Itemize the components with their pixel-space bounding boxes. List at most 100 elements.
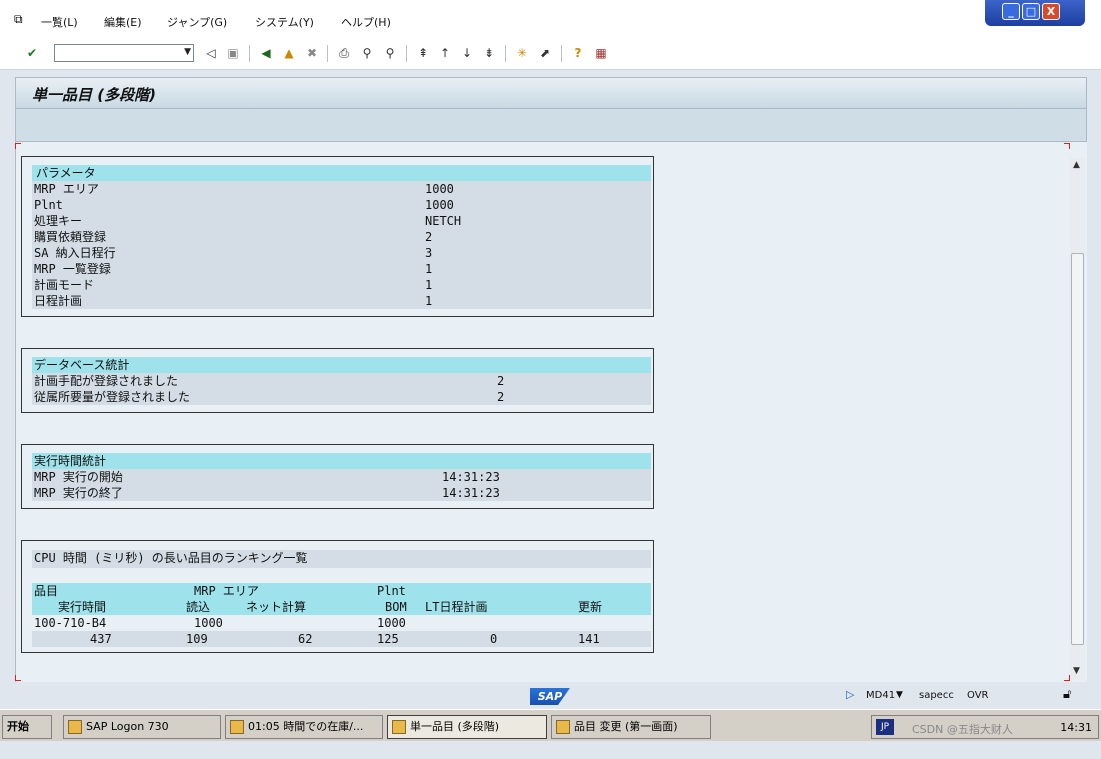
list-row[interactable]: 購買依頼登録 2 bbox=[32, 229, 651, 245]
list-row[interactable]: 処理キー NETCH bbox=[32, 213, 651, 229]
list-row[interactable]: MRP 実行の開始 14:31:23 bbox=[32, 469, 651, 485]
row-label: 購買依頼登録 bbox=[34, 230, 107, 244]
task-stock-overview[interactable]: 01:05 時間での在庫/... bbox=[225, 715, 383, 739]
col-material: 品目 bbox=[34, 584, 59, 598]
row-label: MRP 実行の終了 bbox=[34, 486, 123, 500]
title-bar: 単一品目 (多段階) bbox=[15, 77, 1087, 109]
standard-toolbar: ✔ ▼ ◁ ▣ ◀ ▲ ✖ ⎙ ⚲ ⚲ ⇞ ↑ ↓ ⇟ ✳ ⬈ ? ▦ bbox=[0, 38, 1101, 70]
table-row[interactable]: 100-710-B4 1000 1000 bbox=[32, 615, 651, 631]
list-row[interactable]: 従属所要量が登録されました 2 bbox=[32, 389, 651, 405]
minimize-button[interactable]: _ bbox=[1002, 3, 1020, 20]
back-icon[interactable]: ◁ bbox=[203, 45, 219, 61]
sap-logon-icon bbox=[68, 720, 82, 734]
menu-help[interactable]: ヘルプ(H) bbox=[341, 14, 391, 30]
system-menu-icon[interactable]: ⧉ bbox=[14, 12, 23, 27]
help-icon[interactable]: ? bbox=[570, 45, 586, 61]
last-page-icon[interactable]: ⇟ bbox=[481, 45, 497, 61]
col-lt-scheduling: LT日程計画 bbox=[425, 600, 488, 614]
scroll-up-icon[interactable]: ▲ bbox=[1073, 160, 1080, 170]
net-calc-value: 62 bbox=[298, 632, 313, 646]
toolbar-separator bbox=[505, 45, 506, 62]
row-label: 処理キー bbox=[34, 214, 83, 228]
corner-marker bbox=[15, 143, 21, 149]
box-heading: CPU 時間 (ミリ秒) の長い品目のランキング一覧 bbox=[32, 550, 651, 568]
heading-text: CPU 時間 (ミリ秒) の長い品目のランキング一覧 bbox=[34, 551, 308, 565]
status-bar: SAP ▷ MD41 ▼ sapecc OVR 🔓︎ bbox=[0, 684, 1101, 709]
print-icon[interactable]: ⎙ bbox=[336, 45, 352, 61]
row-value: 2 bbox=[497, 374, 505, 388]
chevron-down-icon[interactable]: ▼ bbox=[896, 690, 903, 700]
vertical-scrollbar[interactable]: ▲ ▼ bbox=[1070, 158, 1085, 680]
exit-icon[interactable]: ▲ bbox=[281, 45, 297, 61]
col-net-calc: ネット計算 bbox=[246, 600, 307, 614]
row-value: 3 bbox=[425, 246, 433, 260]
list-row[interactable]: 計画手配が登録されました 2 bbox=[32, 373, 651, 389]
list-row[interactable]: Plnt 1000 bbox=[32, 197, 651, 213]
restore-button[interactable]: □ bbox=[1022, 3, 1040, 20]
status-expand-icon[interactable]: ▷ bbox=[846, 688, 854, 701]
command-field[interactable]: ▼ bbox=[54, 44, 194, 62]
list-row[interactable]: MRP 実行の終了 14:31:23 bbox=[32, 485, 651, 501]
box-heading: 実行時間統計 bbox=[32, 453, 651, 469]
ime-indicator[interactable]: JP bbox=[876, 719, 894, 735]
box-heading: データベース統計 bbox=[32, 357, 651, 373]
menu-edit[interactable]: 編集(E) bbox=[104, 14, 142, 30]
start-label: 开始 bbox=[7, 720, 29, 733]
list-row[interactable]: MRP 一覧登録 1 bbox=[32, 261, 651, 277]
start-button[interactable]: 开始 bbox=[2, 715, 52, 739]
system-tray: JP CSDN @五指大财人 14:31 bbox=[871, 715, 1099, 739]
shortcut-icon[interactable]: ⬈ bbox=[537, 45, 553, 61]
close-button[interactable]: X bbox=[1042, 3, 1060, 20]
list-row[interactable]: MRP エリア 1000 bbox=[32, 181, 651, 197]
next-page-icon[interactable]: ↓ bbox=[459, 45, 475, 61]
heading-text: 実行時間統計 bbox=[34, 454, 107, 468]
row-value: 14:31:23 bbox=[442, 470, 500, 484]
task-label: 品目 変更 (第一画面) bbox=[574, 720, 678, 733]
input-mode[interactable]: OVR bbox=[967, 690, 988, 701]
lock-icon: 🔓︎ bbox=[1063, 687, 1072, 702]
task-sap-logon[interactable]: SAP Logon 730 bbox=[63, 715, 221, 739]
bom-value: 125 bbox=[377, 632, 399, 646]
table-row[interactable]: 437 109 62 125 0 141 bbox=[32, 631, 651, 647]
scroll-down-icon[interactable]: ▼ bbox=[1073, 666, 1080, 676]
chevron-down-icon[interactable]: ▼ bbox=[184, 47, 191, 57]
corner-marker bbox=[15, 675, 21, 681]
task-material-change[interactable]: 品目 変更 (第一画面) bbox=[551, 715, 711, 739]
row-value: 1 bbox=[425, 278, 433, 292]
mrp-area-value: 1000 bbox=[194, 616, 223, 630]
scrollbar-thumb[interactable] bbox=[1071, 253, 1084, 645]
row-label: Plnt bbox=[34, 198, 63, 212]
save-icon[interactable]: ▣ bbox=[225, 45, 241, 61]
col-plant: Plnt bbox=[377, 584, 406, 598]
menu-system[interactable]: システム(Y) bbox=[255, 14, 314, 30]
row-value: 1000 bbox=[425, 182, 454, 196]
first-page-icon[interactable]: ⇞ bbox=[415, 45, 431, 61]
layout-icon[interactable]: ▦ bbox=[593, 45, 609, 61]
check-icon[interactable]: ✔ bbox=[24, 45, 40, 61]
transaction-code[interactable]: MD41 bbox=[866, 690, 895, 701]
list-row[interactable]: 計画モード 1 bbox=[32, 277, 651, 293]
task-single-item-multilevel[interactable]: 単一品目 (多段階) bbox=[387, 715, 547, 739]
prev-page-icon[interactable]: ↑ bbox=[437, 45, 453, 61]
new-session-icon[interactable]: ✳ bbox=[514, 45, 530, 61]
green-back-icon[interactable]: ◀ bbox=[258, 45, 274, 61]
toolbar-separator bbox=[406, 45, 407, 62]
row-value: 1 bbox=[425, 262, 433, 276]
database-statistics-box: データベース統計 計画手配が登録されました 2 従属所要量が登録されました 2 bbox=[21, 348, 654, 413]
row-label: MRP エリア bbox=[34, 182, 99, 196]
menu-goto[interactable]: ジャンプ(G) bbox=[167, 14, 227, 30]
list-row[interactable]: 日程計画 1 bbox=[32, 293, 651, 309]
list-row[interactable]: SA 納入日程行 3 bbox=[32, 245, 651, 261]
update-value: 141 bbox=[578, 632, 600, 646]
toolbar-separator bbox=[249, 45, 250, 62]
task-label: 01:05 時間での在庫/... bbox=[248, 720, 364, 733]
toolbar-separator bbox=[561, 45, 562, 62]
row-value: 1000 bbox=[425, 198, 454, 212]
window-icon bbox=[556, 720, 570, 734]
menu-list[interactable]: 一覧(L) bbox=[41, 14, 78, 30]
find-next-icon[interactable]: ⚲ bbox=[382, 45, 398, 61]
row-label: 計画手配が登録されました bbox=[34, 374, 179, 388]
cancel-icon[interactable]: ✖ bbox=[304, 45, 320, 61]
col-bom: BOM bbox=[385, 600, 407, 614]
find-icon[interactable]: ⚲ bbox=[359, 45, 375, 61]
